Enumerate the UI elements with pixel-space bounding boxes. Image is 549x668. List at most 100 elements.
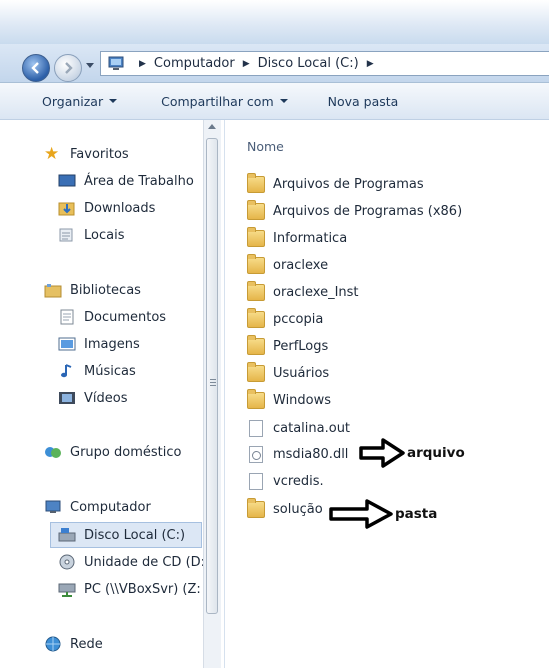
nav-item-label: Imagens (84, 336, 140, 352)
share-with-button[interactable]: Compartilhar com (161, 94, 288, 109)
nav-item-music[interactable]: Músicas (58, 363, 136, 379)
nav-favorites-label: Favoritos (70, 146, 129, 162)
list-item-folder[interactable]: PerfLogs (247, 335, 329, 355)
nav-item-label: Vídeos (84, 390, 128, 406)
nav-item-videos[interactable]: Vídeos (58, 390, 127, 406)
nav-item-downloads[interactable]: Downloads (58, 200, 155, 216)
scroll-up-arrow-icon[interactable] (208, 124, 216, 129)
title-bar (0, 0, 549, 44)
list-item-folder[interactable]: pccopia (247, 308, 324, 328)
nav-item-recent-places[interactable]: Locais (58, 227, 124, 243)
organize-button[interactable]: Organizar (42, 93, 118, 109)
breadcrumb-separator-icon[interactable]: ▶ (243, 59, 250, 69)
recent-pages-dropdown[interactable] (86, 63, 94, 68)
nav-item-local-disk-selected[interactable]: Disco Local (C:) (50, 522, 202, 548)
document-icon (249, 473, 263, 490)
homegroup-icon (44, 444, 62, 460)
nav-favorites[interactable]: ★ Favoritos (44, 144, 129, 164)
navigation-bar: ▶ Computador ▶ Disco Local (C:) ▶ (0, 44, 549, 83)
file-name: vcredis. (273, 474, 324, 489)
list-item-folder[interactable]: Windows (247, 389, 331, 409)
nav-item-pictures[interactable]: Imagens (58, 336, 140, 352)
recent-places-icon (58, 227, 76, 243)
folder-icon (247, 227, 265, 247)
list-item-folder[interactable]: Arquivos de Programas (247, 173, 424, 193)
list-item-file[interactable]: msdia80.dll (247, 446, 348, 463)
star-icon: ★ (44, 144, 60, 164)
breadcrumb-local-disk[interactable]: Disco Local (C:) (258, 56, 359, 71)
list-item-file[interactable]: catalina.out (247, 420, 350, 437)
computer-icon (107, 56, 125, 72)
file-name: Arquivos de Programas (273, 177, 424, 192)
pasta-annotation: pasta (329, 498, 437, 530)
nav-item-label: Documentos (84, 309, 167, 325)
nav-item-cd-drive[interactable]: Unidade de CD (D: (58, 554, 205, 570)
new-folder-button[interactable]: Nova pasta (328, 94, 399, 109)
file-name: pccopia (273, 312, 324, 327)
list-item-file[interactable]: vcredis. (247, 473, 324, 490)
nav-network[interactable]: Rede (44, 636, 103, 652)
nav-item-label: Unidade de CD (D: (84, 554, 206, 570)
music-note-icon (58, 363, 76, 379)
nav-item-label: Disco Local (C:) (84, 527, 186, 543)
command-bar: Organizar Compartilhar com Nova pasta (0, 83, 549, 120)
libraries-icon (44, 282, 62, 298)
list-item-folder[interactable]: solução (247, 498, 323, 518)
organize-label: Organizar (42, 93, 104, 109)
file-name: Informatica (273, 231, 348, 246)
breadcrumb-separator-icon[interactable]: ▶ (367, 59, 374, 69)
local-disk-icon (58, 527, 76, 543)
arrow-right-icon (65, 62, 73, 74)
nav-item-documents[interactable]: Documentos (58, 309, 166, 325)
column-header-name[interactable]: Nome (247, 139, 284, 154)
file-list: Nome Arquivos de Programas Arquivos de P… (225, 120, 549, 668)
forward-button[interactable] (54, 54, 82, 82)
nav-libraries[interactable]: Bibliotecas (44, 282, 141, 298)
file-name: catalina.out (273, 421, 351, 436)
breadcrumb-separator-icon[interactable]: ▶ (139, 59, 146, 69)
computer-icon (44, 499, 62, 515)
file-name: oraclexe (273, 258, 329, 273)
network-drive-icon (58, 581, 76, 597)
arrow-right-icon (359, 438, 405, 468)
folder-icon (247, 281, 265, 301)
folder-icon (247, 335, 265, 355)
nav-item-label: Área de Trabalho (84, 173, 194, 189)
dll-file-icon (249, 446, 263, 463)
desktop-icon (58, 173, 76, 189)
arquivo-annotation-label: arquivo (407, 445, 465, 461)
arquivo-annotation: arquivo (359, 438, 465, 468)
list-item-folder[interactable]: oraclexe (247, 254, 329, 274)
navigation-pane: ★ Favoritos Área de Trabalho Downloads L… (0, 120, 225, 668)
list-item-folder[interactable]: Informatica (247, 227, 348, 247)
file-name: PerfLogs (273, 339, 329, 354)
back-button[interactable] (22, 54, 50, 82)
folder-icon (247, 200, 265, 220)
list-item-folder[interactable]: Usuários (247, 362, 329, 382)
navigation-scrollbar[interactable] (203, 120, 221, 668)
arrow-left-icon (31, 62, 39, 74)
nav-homegroup[interactable]: Grupo doméstico (44, 444, 181, 460)
scrollbar-thumb[interactable] (206, 138, 218, 614)
nav-item-label: Músicas (84, 363, 136, 379)
nav-item-label: Downloads (84, 200, 156, 216)
video-film-icon (58, 390, 76, 406)
network-globe-icon (44, 636, 62, 652)
cd-drive-icon (58, 554, 76, 570)
nav-computer[interactable]: Computador (44, 499, 151, 515)
downloads-folder-icon (58, 200, 76, 216)
breadcrumb-computer[interactable]: Computador (154, 56, 235, 71)
folder-icon (247, 254, 265, 274)
address-bar[interactable]: ▶ Computador ▶ Disco Local (C:) ▶ (100, 51, 549, 76)
nav-item-network-drive[interactable]: PC (\\VBoxSvr) (Z: (58, 581, 201, 597)
nav-homegroup-label: Grupo doméstico (70, 444, 182, 460)
folder-icon (247, 498, 265, 518)
chevron-down-icon (109, 99, 118, 103)
pasta-annotation-label: pasta (395, 506, 438, 522)
list-item-folder[interactable]: Arquivos de Programas (x86) (247, 200, 462, 220)
nav-item-desktop[interactable]: Área de Trabalho (58, 173, 194, 189)
file-name: solução (273, 502, 323, 517)
list-item-folder[interactable]: oraclexe_Inst (247, 281, 359, 301)
arrow-right-icon (329, 499, 393, 529)
chevron-down-icon (279, 99, 288, 103)
